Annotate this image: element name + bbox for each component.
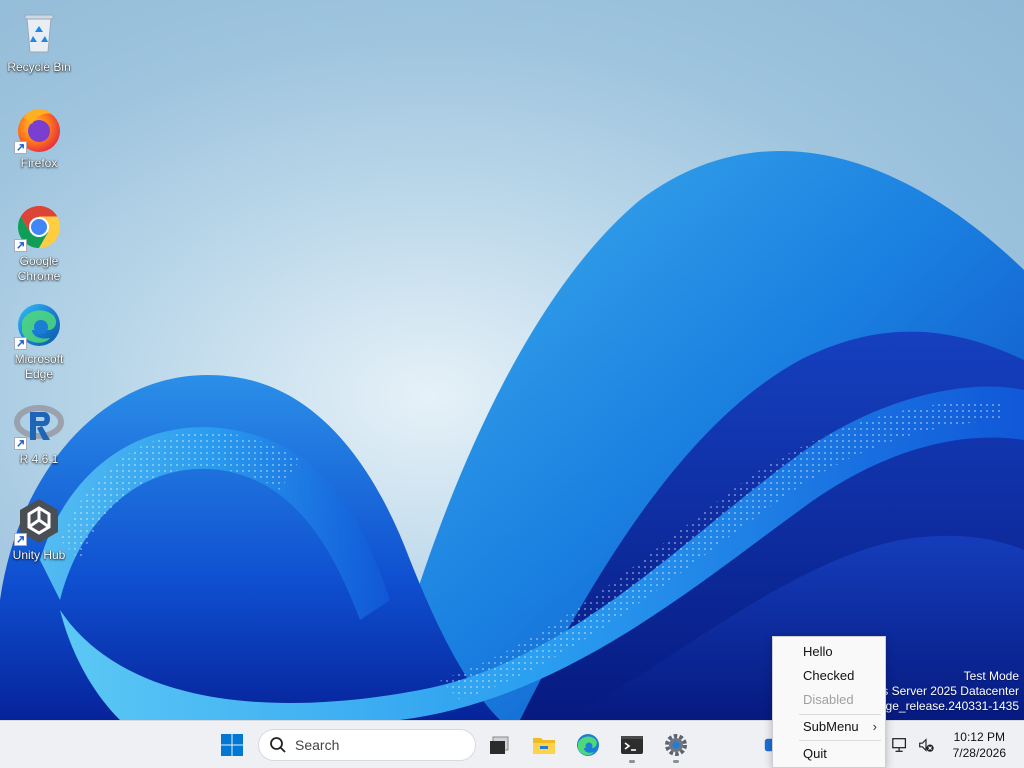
volume-muted-icon[interactable] <box>916 735 936 755</box>
desktop-icon-recycle-bin[interactable]: Recycle Bin <box>4 8 74 75</box>
watermark-line: Test Mode <box>963 669 1019 683</box>
menu-item-hello[interactable]: Hello <box>773 641 885 663</box>
shortcut-arrow-icon <box>14 239 27 252</box>
wallpaper-bloom <box>0 150 1024 720</box>
chevron-right-icon: › <box>872 719 877 734</box>
clock-time: 10:12 PM <box>953 730 1005 744</box>
test-mode-watermark: Test Mode ws Server 2025 Datacenter 00.g… <box>869 669 1019 714</box>
start-button[interactable] <box>212 725 252 765</box>
menu-separator <box>799 740 881 741</box>
recycle-bin-icon <box>14 8 64 58</box>
desktop-icon-r[interactable]: R 4.6.1 <box>4 400 74 467</box>
r-icon <box>14 400 64 450</box>
desktop-icon-label: Microsoft Edge <box>14 352 64 381</box>
task-view-button[interactable] <box>480 725 520 765</box>
shortcut-arrow-icon <box>14 437 27 450</box>
desktop-icon-edge[interactable]: Microsoft Edge <box>4 300 74 382</box>
desktop-icon-label: Google Chrome <box>17 254 61 283</box>
edge-icon <box>577 734 599 756</box>
menu-item-checked[interactable]: Checked <box>773 665 885 687</box>
running-indicator <box>673 760 679 763</box>
menu-item-disabled: Disabled <box>773 689 885 711</box>
shortcut-arrow-icon <box>14 533 27 546</box>
settings-button[interactable] <box>656 725 696 765</box>
task-view-icon <box>490 736 509 754</box>
edge-icon <box>14 300 64 350</box>
terminal-button[interactable] <box>612 725 652 765</box>
menu-separator <box>799 714 881 715</box>
network-icon[interactable] <box>890 735 910 755</box>
edge-taskbar-button[interactable] <box>568 725 608 765</box>
clock-date: 7/28/2026 <box>952 746 1006 760</box>
settings-icon <box>665 734 687 756</box>
watermark-line: ws Server 2025 Datacenter <box>873 684 1019 698</box>
system-clock[interactable]: 10:12 PM 7/28/2026 <box>953 729 1006 761</box>
terminal-icon <box>621 736 643 754</box>
desktop-icon-label: R 4.6.1 <box>19 452 59 466</box>
menu-item-submenu[interactable]: SubMenu › <box>773 716 885 738</box>
unity-hub-icon <box>14 496 64 546</box>
menu-item-quit[interactable]: Quit <box>773 743 885 765</box>
desktop-icon-chrome[interactable]: Google Chrome <box>4 202 74 284</box>
shortcut-arrow-icon <box>14 337 27 350</box>
firefox-icon <box>14 104 64 154</box>
chrome-icon <box>14 202 64 252</box>
desktop-icon-label: Firefox <box>20 156 58 170</box>
tray-context-menu: Hello Checked Disabled SubMenu › Quit <box>772 636 886 768</box>
file-explorer-button[interactable] <box>524 725 564 765</box>
file-explorer-icon <box>533 738 555 754</box>
taskbar-search[interactable]: Search <box>258 729 476 761</box>
menu-item-label: Quit <box>803 746 827 761</box>
search-placeholder: Search <box>295 737 340 753</box>
desktop-icon-unity-hub[interactable]: Unity Hub <box>4 496 74 563</box>
start-icon <box>221 734 243 756</box>
menu-item-label: Checked <box>803 668 855 683</box>
desktop-icon-label: Recycle Bin <box>7 60 71 74</box>
running-indicator <box>629 760 635 763</box>
menu-item-label: SubMenu <box>803 719 859 734</box>
desktop-icon-firefox[interactable]: Firefox <box>4 104 74 171</box>
menu-item-label: Hello <box>803 644 833 659</box>
desktop: Recycle Bin Firefox Google Chrome Micros… <box>0 0 1024 720</box>
menu-item-label: Disabled <box>803 692 854 707</box>
search-icon <box>270 737 286 753</box>
watermark-line: 00.ge_release.240331-1435 <box>868 699 1019 713</box>
shortcut-arrow-icon <box>14 141 27 154</box>
desktop-icon-label: Unity Hub <box>12 548 66 562</box>
